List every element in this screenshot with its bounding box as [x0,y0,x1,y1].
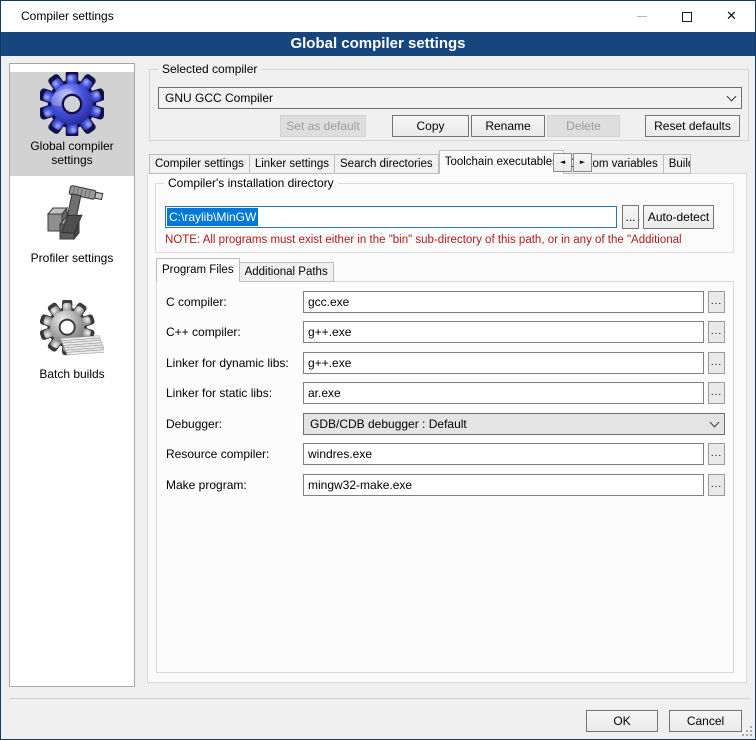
chevron-down-icon [710,417,720,427]
field-row-make-program: Make program: ... [166,474,725,496]
make-program-input[interactable] [303,474,704,496]
tab-linker-settings[interactable]: Linker settings [250,154,335,174]
close-icon: ✕ [726,9,737,24]
group-label: Selected compiler [158,62,261,77]
selected-text: C:\raylib\MinGW [167,208,258,226]
resource-compiler-input[interactable] [303,443,704,465]
field-row-resource-compiler: Resource compiler: ... [166,443,725,465]
caption-buttons: ✕ [619,1,754,32]
sub-tab-strip: Program Files Additional Paths [156,258,334,282]
dynamic-libs-linker-input[interactable] [303,352,704,374]
browse-button[interactable]: ... [708,443,725,465]
sidebar-item-label: Global compiler settings [10,136,134,176]
cancel-button[interactable]: Cancel [669,710,742,732]
maximize-icon [682,12,692,22]
chevron-down-icon [727,91,737,101]
sidebar-item-batch-builds[interactable]: Batch builds [10,300,134,390]
dialog-body: Global compiler settings [1,56,755,739]
gear-blue-icon [40,72,104,136]
cpp-compiler-input[interactable] [303,321,704,343]
selected-compiler-group: Selected compiler GNU GCC Compiler Set a… [149,69,749,141]
static-libs-linker-input[interactable] [303,382,704,404]
tab-scroll-right-button[interactable]: ► [573,153,592,172]
browse-button[interactable]: ... [708,474,725,496]
tab-scroll-buttons: ◄ ► [552,153,592,172]
debugger-select-value: GDB/CDB debugger : Default [310,417,711,431]
compiler-select-value: GNU GCC Compiler [165,91,728,105]
auto-detect-button[interactable]: Auto-detect [643,205,714,229]
field-row-debugger: Debugger: GDB/CDB debugger : Default [166,413,725,435]
footer-separator [9,698,749,699]
sidebar-item-label: Batch builds [10,364,134,390]
caliper-tool-icon [40,184,104,248]
installation-directory-row: C:\raylib\MinGW ... Auto-detect [165,205,714,229]
field-label: Make program: [166,478,303,492]
minimize-icon [637,16,647,17]
field-row-static-linker: Linker for static libs: ... [166,382,725,404]
titlebar: Compiler settings ✕ [1,1,755,32]
field-label: Linker for static libs: [166,386,303,400]
tab-additional-paths[interactable]: Additional Paths [240,262,334,282]
installation-directory-input[interactable]: C:\raylib\MinGW [165,206,617,228]
field-row-c-compiler: C compiler: ... [166,291,725,313]
minimize-button[interactable] [619,1,664,32]
gear-paper-stack-icon [40,300,104,364]
maximize-button[interactable] [664,1,709,32]
compiler-select[interactable]: GNU GCC Compiler [158,87,742,109]
sidebar-item-label: Profiler settings [10,248,134,274]
rename-button[interactable]: Rename [471,115,545,137]
browse-button[interactable]: ... [708,352,725,374]
toolchain-executables-panel: Compiler's installation directory C:\ray… [147,173,747,683]
field-row-cpp-compiler: C++ compiler: ... [166,321,725,343]
tab-strip: Compiler settings Linker settings Search… [149,150,691,174]
tab-compiler-settings[interactable]: Compiler settings [149,154,250,174]
field-label: C compiler: [166,295,303,309]
delete-button[interactable]: Delete [547,115,620,137]
note-text: NOTE: All programs must exist either in … [165,234,682,246]
set-as-default-button[interactable]: Set as default [280,115,366,137]
tab-scroll-left-button[interactable]: ◄ [553,153,572,172]
field-label: Resource compiler: [166,447,303,461]
field-label: Linker for dynamic libs: [166,356,303,370]
browse-directory-button[interactable]: ... [622,205,639,229]
tab-program-files[interactable]: Program Files [156,258,240,282]
tab-build-options[interactable]: Build options [664,154,691,174]
field-row-dynamic-linker: Linker for dynamic libs: ... [166,352,725,374]
field-label: Debugger: [166,417,303,431]
page-title: Global compiler settings [1,32,755,56]
window-title: Compiler settings [21,1,114,32]
field-label: C++ compiler: [166,325,303,339]
compiler-settings-window: Compiler settings ✕ Global compiler sett… [0,0,756,740]
ok-button[interactable]: OK [586,710,658,732]
resize-grip[interactable] [742,726,752,736]
sidebar-item-global-compiler-settings[interactable]: Global compiler settings [10,72,134,176]
installation-directory-group: Compiler's installation directory C:\ray… [155,183,734,253]
copy-button[interactable]: Copy [392,115,469,137]
browse-button[interactable]: ... [708,291,725,313]
tab-toolchain-executables[interactable]: Toolchain executables [439,150,564,174]
debugger-select[interactable]: GDB/CDB debugger : Default [303,413,725,435]
sidebar: Global compiler settings [9,63,135,687]
reset-defaults-button[interactable]: Reset defaults [645,115,740,137]
browse-button[interactable]: ... [708,382,725,404]
tab-search-directories[interactable]: Search directories [335,154,439,174]
browse-button[interactable]: ... [708,321,725,343]
close-button[interactable]: ✕ [709,1,754,32]
sidebar-item-profiler-settings[interactable]: Profiler settings [10,184,134,274]
compiler-buttons-row: Set as default Copy Rename Delete Reset … [158,115,740,137]
c-compiler-input[interactable] [303,291,704,313]
group-label: Compiler's installation directory [164,176,338,191]
